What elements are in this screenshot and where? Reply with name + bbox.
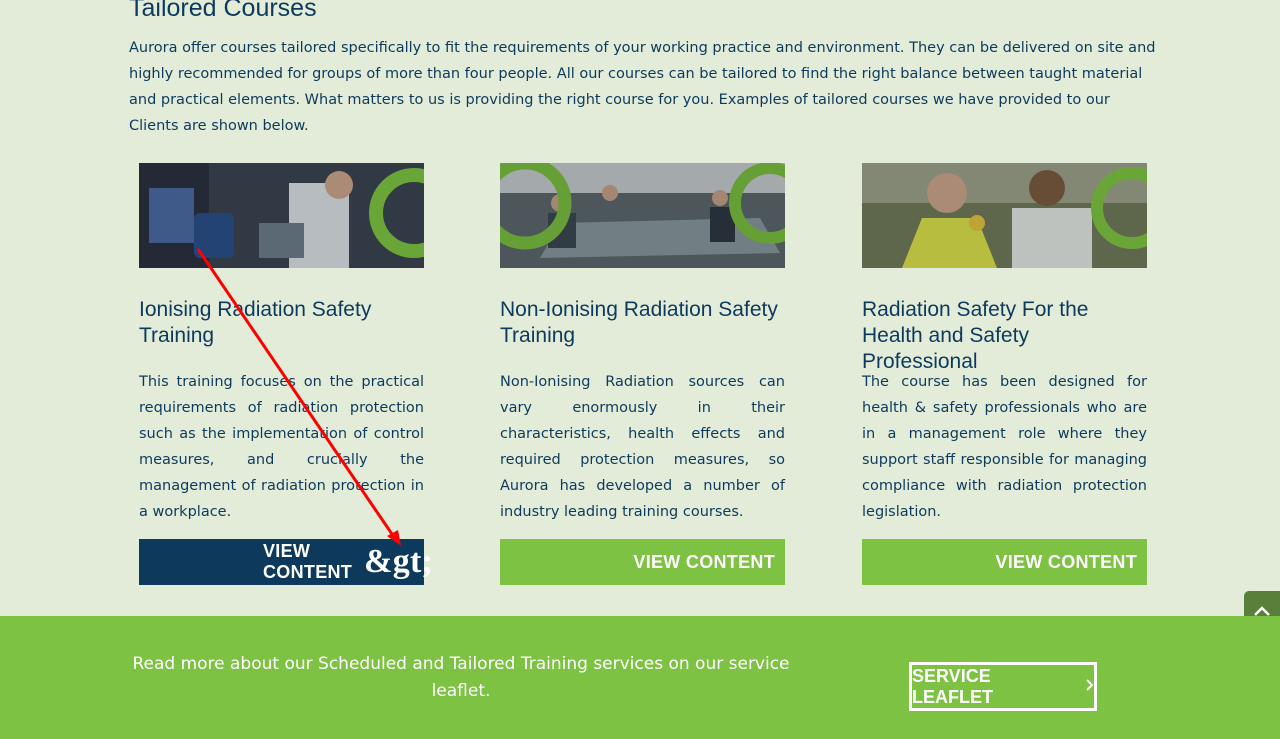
chevron-right-icon bbox=[1086, 678, 1094, 696]
course-title: Ionising Radiation Safety Training bbox=[139, 298, 372, 347]
section-intro: Aurora offer courses tailored specifical… bbox=[129, 40, 1156, 134]
button-suffix-text: &gt; bbox=[364, 543, 434, 580]
course-description: The course has been designed for health … bbox=[862, 374, 1147, 520]
course-image-lab bbox=[139, 163, 424, 268]
service-leaflet-label: SERVICE LEAFLET bbox=[912, 665, 993, 707]
view-content-label: VIEW CONTENT bbox=[995, 551, 1137, 572]
view-content-button[interactable]: VIEW CONTENT bbox=[862, 539, 1147, 585]
course-image-classroom bbox=[500, 163, 785, 268]
view-content-button[interactable]: VIEW CONTENT bbox=[500, 539, 785, 585]
course-image-outdoor bbox=[862, 163, 1147, 268]
service-leaflet-button[interactable]: SERVICE LEAFLET bbox=[909, 662, 1097, 711]
course-description: Non-Ionising Radiation sources can vary … bbox=[500, 374, 785, 520]
course-card-health-safety: Radiation Safety For the Health and Safe… bbox=[862, 163, 1147, 585]
banner-text: Read more about our Scheduled and Tailor… bbox=[132, 654, 790, 701]
course-card-ionising: Ionising Radiation Safety Training This … bbox=[139, 163, 433, 585]
view-content-label: VIEW CONTENT bbox=[633, 551, 775, 572]
section-title: Tailored Courses bbox=[129, 0, 317, 22]
service-leaflet-banner: Read more about our Scheduled and Tailor… bbox=[0, 616, 1280, 739]
view-content-label: VIEW CONTENT bbox=[263, 541, 353, 582]
course-description: This training focuses on the practical r… bbox=[139, 374, 424, 520]
course-title: Radiation Safety For the Health and Safe… bbox=[862, 298, 1089, 373]
course-card-non-ionising: Non-Ionising Radiation Safety Training N… bbox=[500, 163, 785, 585]
course-title: Non-Ionising Radiation Safety Training bbox=[500, 298, 778, 347]
view-content-button[interactable]: VIEW CONTENT &gt; bbox=[139, 539, 433, 585]
